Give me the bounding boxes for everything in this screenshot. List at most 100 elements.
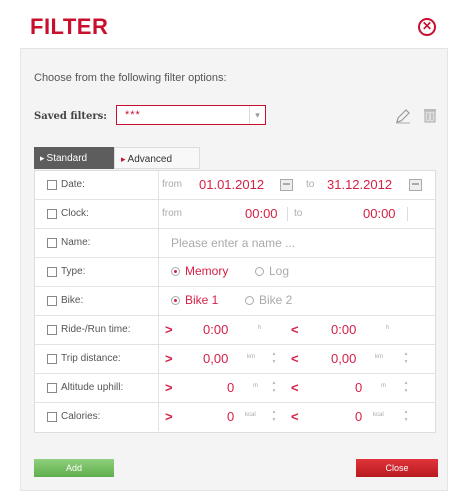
greater-than-sign: > [165,380,173,395]
trip-distance-min-input[interactable]: 0,00 [203,351,228,366]
row-label-cell: Altitude uphill: [35,374,159,402]
altitude-min-unit: m [253,383,258,389]
trip-distance-label: Trip distance: [61,353,121,364]
stepper-up-icon[interactable]: ▲ [403,380,409,387]
filter-grid: Date: from 01.01.2012 to 31.12.2012 Cloc… [34,170,436,433]
trip-distance-max-unit: km [375,354,383,360]
calendar-icon[interactable] [280,179,293,191]
altitude-max-unit: m [381,383,386,389]
ride-time-min-unit: h [258,325,262,331]
date-to-input[interactable]: 31.12.2012 [327,177,392,192]
divider [407,207,408,221]
type-log-label[interactable]: Log [269,264,289,278]
date-checkbox[interactable] [47,180,57,190]
altitude-min-stepper[interactable]: ▲ ▼ [271,380,277,396]
clock-checkbox[interactable] [47,209,57,219]
row-name: Name: [35,229,435,258]
row-label-cell: Date: [35,171,159,199]
chevron-down-icon[interactable]: ▾ [249,106,265,124]
clock-to-input[interactable]: 00:00 [363,206,396,221]
stepper-up-icon[interactable]: ▲ [271,380,277,387]
row-label-cell: Trip distance: [35,345,159,373]
calories-min-input[interactable]: 0 [227,409,234,424]
row-clock: Clock: from 00:00 to 00:00 [35,200,435,229]
calories-checkbox[interactable] [47,412,57,422]
add-button[interactable]: Add [34,459,114,477]
row-label-cell: Name: [35,229,159,257]
row-trip-distance: Trip distance: > 0,00 km ▲ ▼ < 0,00 km ▲ ▼ [35,345,435,374]
type-log-radio[interactable] [255,267,264,276]
name-input[interactable] [171,234,427,252]
bike2-radio[interactable] [245,296,254,305]
bike-checkbox[interactable] [47,296,57,306]
saved-filters-label: Saved filters: [34,111,107,122]
close-button[interactable]: Close [356,459,438,477]
altitude-label: Altitude uphill: [61,382,124,393]
tab-arrow-icon: ▸ [40,153,45,163]
stepper-up-icon[interactable]: ▲ [271,351,277,358]
row-type: Type: Memory Log [35,258,435,287]
row-ride-time: Ride-/Run time: > 0:00 h < 0:00 h [35,316,435,345]
row-bike: Bike: Bike 1 Bike 2 [35,287,435,316]
trip-distance-checkbox[interactable] [47,354,57,364]
greater-than-sign: > [165,409,173,424]
close-circle-icon[interactable]: ✕ [418,18,436,36]
pencil-icon[interactable] [395,108,411,124]
saved-filters-value: *** [125,109,141,121]
calories-min-stepper[interactable]: ▲ ▼ [271,409,277,425]
tab-standard-label: Standard [46,153,88,164]
bike2-label[interactable]: Bike 2 [259,293,292,307]
altitude-checkbox[interactable] [47,383,57,393]
trip-distance-min-stepper[interactable]: ▲ ▼ [271,351,277,367]
altitude-min-input[interactable]: 0 [227,380,234,395]
name-label: Name: [61,237,91,248]
type-memory-radio[interactable] [171,267,180,276]
stepper-up-icon[interactable]: ▲ [271,409,277,416]
stepper-down-icon[interactable]: ▼ [271,359,277,366]
ride-time-label: Ride-/Run time: [61,324,131,335]
stepper-down-icon[interactable]: ▼ [403,417,409,424]
calories-max-unit: kcal [373,412,384,418]
bike1-label[interactable]: Bike 1 [185,293,218,307]
row-label-cell: Ride-/Run time: [35,316,159,344]
clock-from-input[interactable]: 00:00 [245,206,278,221]
calories-max-stepper[interactable]: ▲ ▼ [403,409,409,425]
trip-distance-min-unit: km [247,354,255,360]
type-memory-label[interactable]: Memory [185,264,228,278]
clock-label: Clock: [61,208,89,219]
trip-distance-max-stepper[interactable]: ▲ ▼ [403,351,409,367]
calendar-icon[interactable] [409,179,422,191]
calories-label: Calories: [61,411,101,422]
ride-time-max-unit: h [386,325,390,331]
saved-filters-select[interactable]: *** ▾ [116,105,266,125]
stepper-down-icon[interactable]: ▼ [271,417,277,424]
ride-time-max-input[interactable]: 0:00 [331,322,356,337]
row-label-cell: Bike: [35,287,159,315]
bike1-radio[interactable] [171,296,180,305]
tab-advanced-label: Advanced [127,154,173,165]
altitude-max-stepper[interactable]: ▲ ▼ [403,380,409,396]
trash-icon[interactable] [424,108,436,123]
ride-time-checkbox[interactable] [47,325,57,335]
date-from-input[interactable]: 01.01.2012 [199,177,264,192]
stepper-down-icon[interactable]: ▼ [403,359,409,366]
divider [287,207,288,221]
row-calories: Calories: > 0 kcal ▲ ▼ < 0 kcal ▲ ▼ [35,403,435,432]
type-checkbox[interactable] [47,267,57,277]
stepper-up-icon[interactable]: ▲ [403,351,409,358]
greater-than-sign: > [165,351,173,366]
stepper-down-icon[interactable]: ▼ [403,388,409,395]
stepper-down-icon[interactable]: ▼ [271,388,277,395]
tab-standard[interactable]: ▸ Standard [34,147,114,169]
ride-time-min-input[interactable]: 0:00 [203,322,228,337]
row-altitude: Altitude uphill: > 0 m ▲ ▼ < 0 m ▲ ▼ [35,374,435,403]
calories-max-input[interactable]: 0 [355,409,362,424]
stepper-up-icon[interactable]: ▲ [403,409,409,416]
trip-distance-max-input[interactable]: 0,00 [331,351,356,366]
tab-advanced[interactable]: ▸ Advanced [114,147,200,169]
name-checkbox[interactable] [47,238,57,248]
intro-text: Choose from the following filter options… [34,72,227,84]
date-from-text: from [162,179,182,190]
altitude-max-input[interactable]: 0 [355,380,362,395]
calories-min-unit: kcal [245,412,256,418]
